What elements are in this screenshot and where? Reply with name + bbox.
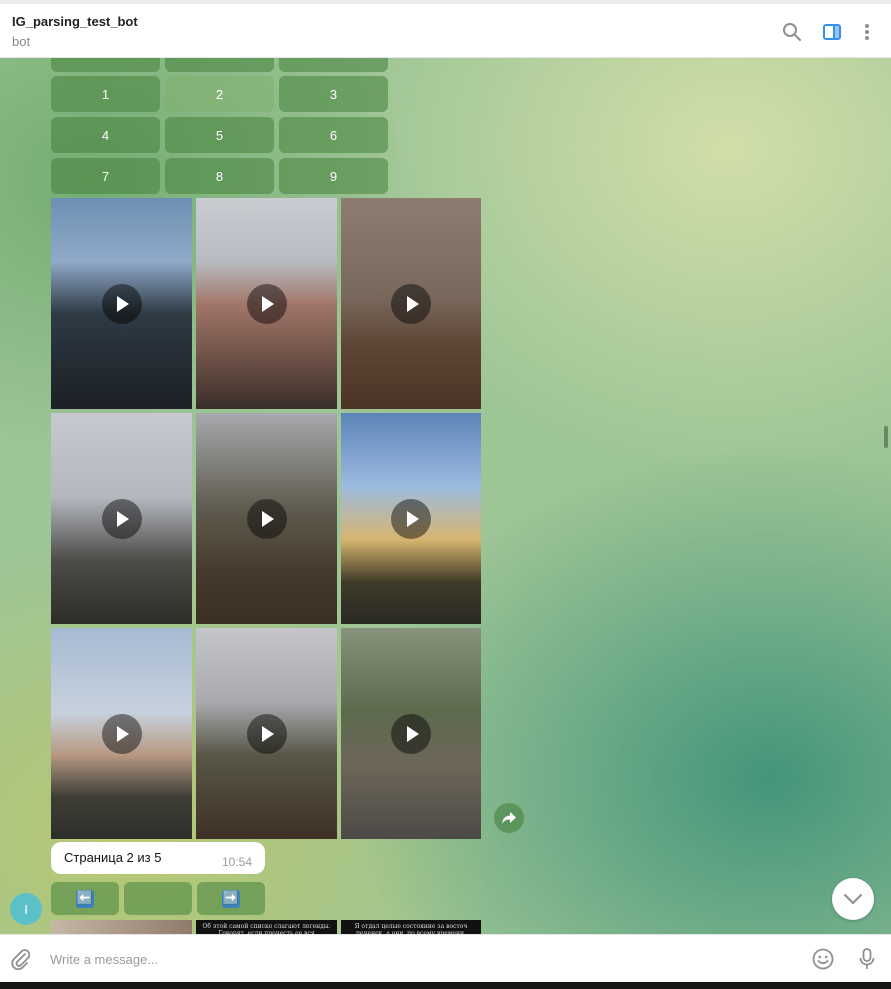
chat-subtitle: bot [12,34,31,49]
keyboard-button-4[interactable]: 4 [51,117,160,153]
keyboard-button-partial[interactable] [165,58,274,72]
prev-page-button[interactable]: ⬅️ [51,882,119,915]
scrollbar-thumb[interactable] [884,426,888,448]
keyboard-button-partial[interactable] [51,58,160,72]
play-icon[interactable] [101,283,142,324]
chat-header: IG_parsing_test_bot bot [0,4,891,58]
play-icon[interactable] [101,498,142,539]
keyboard-button-7[interactable]: 7 [51,158,160,194]
keyboard-button-5[interactable]: 5 [165,117,274,153]
play-icon[interactable] [391,283,431,324]
video-thumbnail[interactable] [196,413,337,624]
message-time: 10:54 [221,855,252,869]
keyboard-button-1[interactable]: 1 [51,76,160,112]
sidebar-toggle-icon[interactable] [820,20,844,44]
keyboard-button-partial[interactable] [279,58,388,72]
next-page-button[interactable]: ➡️ [197,882,265,915]
scrollbar[interactable] [883,58,888,934]
taskbar-strip [0,982,891,989]
video-thumbnail[interactable] [341,413,481,624]
more-vert-icon[interactable] [855,20,879,44]
keyboard-button-2[interactable]: 2 [165,76,274,112]
play-icon[interactable] [246,283,287,324]
keyboard-button-8[interactable]: 8 [165,158,274,194]
microphone-icon[interactable] [855,947,879,971]
play-icon[interactable] [101,713,142,754]
photo-thumbnail[interactable]: Я отдал целые состояние за восточ печене… [341,920,481,934]
photo-text: Я отдал целые состояние за восточ печене… [354,923,468,934]
keyboard-button-3[interactable]: 3 [279,76,388,112]
forward-icon[interactable] [494,803,524,833]
photo-thumbnail[interactable] [51,920,192,934]
play-icon[interactable] [391,498,431,539]
avatar[interactable]: I [10,893,42,925]
message-input[interactable] [48,947,792,971]
right-arrow-icon: ➡️ [222,889,240,908]
keyboard-button-6[interactable]: 6 [279,117,388,153]
page-middle-button[interactable] [124,882,192,915]
video-thumbnail[interactable] [196,198,337,409]
play-icon[interactable] [246,498,287,539]
video-thumbnail[interactable] [341,198,481,409]
photo-thumbnail[interactable]: Об этой самой списке слагают легенды. Го… [196,920,337,934]
video-thumbnail[interactable] [51,628,192,839]
attach-icon[interactable] [8,947,32,971]
message-bubble: Страница 2 из 5 10:54 [51,842,265,874]
message-text: Страница 2 из 5 [64,850,162,865]
play-icon[interactable] [246,713,287,754]
scroll-down-button[interactable] [832,878,874,920]
chat-title[interactable]: IG_parsing_test_bot [12,14,138,29]
video-thumbnail[interactable] [51,198,192,409]
video-thumbnail[interactable] [51,413,192,624]
search-icon[interactable] [780,20,804,44]
keyboard-button-9[interactable]: 9 [279,158,388,194]
emoji-icon[interactable] [811,947,835,971]
play-icon[interactable] [391,713,431,754]
message-composer [0,934,891,982]
left-arrow-icon: ⬅️ [76,889,94,908]
chat-area[interactable]: 1 2 3 4 5 6 7 8 9 Страница 2 из 5 10:54 … [0,58,891,934]
video-thumbnail[interactable] [196,628,337,839]
video-thumbnail[interactable] [341,628,481,839]
photo-text: Об этой самой списке слагают легенды. Го… [202,923,331,934]
